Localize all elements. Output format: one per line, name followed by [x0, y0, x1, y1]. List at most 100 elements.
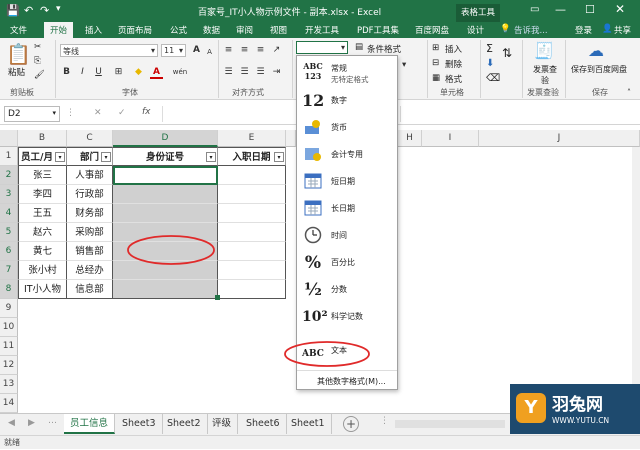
column-header[interactable]: H: [398, 130, 422, 147]
maximize-icon[interactable]: ☐: [585, 3, 595, 16]
font-color-button[interactable]: A: [150, 66, 163, 79]
sheet-tab[interactable]: 评级: [206, 414, 239, 434]
share-button[interactable]: 共享: [614, 24, 631, 36]
fill-handle[interactable]: [215, 295, 220, 300]
table-cell[interactable]: 黄七: [18, 242, 67, 261]
filter-dropdown-icon[interactable]: ▾: [55, 152, 65, 162]
row-header[interactable]: 7: [0, 261, 18, 280]
underline-button[interactable]: U: [92, 66, 105, 79]
ribbon-display-icon[interactable]: ▭: [530, 4, 539, 15]
table-cell[interactable]: [218, 261, 286, 280]
more-sheets-icon[interactable]: …: [48, 416, 57, 426]
sheet-tab[interactable]: Sheet3: [116, 414, 163, 434]
delete-button[interactable]: 删除: [445, 58, 462, 70]
orientation-icon[interactable]: ↗: [270, 44, 283, 57]
table-cell[interactable]: 信息部: [67, 280, 113, 299]
table-cell[interactable]: 赵六: [18, 223, 67, 242]
filter-dropdown-icon[interactable]: ▾: [274, 152, 284, 162]
menu-item-short-date[interactable]: 短日期: [297, 169, 397, 196]
row-header[interactable]: 8: [0, 280, 18, 299]
enter-icon[interactable]: ✓: [118, 108, 126, 118]
table-cell[interactable]: 李四: [18, 185, 67, 204]
table-cell[interactable]: [218, 223, 286, 242]
table-header-cell[interactable]: 入职日期 ▾: [218, 147, 286, 166]
number-format-combo[interactable]: ▾: [296, 41, 348, 54]
table-cell[interactable]: [218, 242, 286, 261]
tab-view[interactable]: 视图: [270, 24, 287, 36]
table-cell[interactable]: 张三: [18, 166, 67, 185]
tab-design[interactable]: 设计: [467, 24, 484, 36]
align-middle-icon[interactable]: ≡: [238, 44, 251, 57]
row-header[interactable]: 12: [0, 356, 18, 375]
align-right-icon[interactable]: ☰: [254, 66, 267, 79]
sheet-tab[interactable]: Sheet1: [285, 414, 332, 434]
sheet-tab[interactable]: 员工信息: [64, 414, 116, 434]
row-header[interactable]: 3: [0, 185, 18, 204]
table-cell[interactable]: [218, 204, 286, 223]
scroll-left-icon[interactable]: ◀: [8, 418, 15, 428]
tab-insert[interactable]: 插入: [85, 24, 102, 36]
table-cell[interactable]: [218, 280, 286, 299]
row-header[interactable]: 1: [0, 147, 18, 166]
filter-dropdown-icon[interactable]: ▾: [206, 152, 216, 162]
column-header[interactable]: J: [479, 130, 640, 147]
conditional-format-button[interactable]: 条件格式: [367, 43, 401, 55]
font-size-combo[interactable]: 11 ▾: [161, 44, 186, 57]
tab-developer[interactable]: 开发工具: [305, 24, 339, 36]
tab-review[interactable]: 审阅: [236, 24, 253, 36]
insert-function-button[interactable]: fx: [142, 107, 151, 117]
more-number-formats-link[interactable]: 其他数字格式(M)...: [317, 376, 386, 387]
tab-formulas[interactable]: 公式: [170, 24, 187, 36]
menu-item-percentage[interactable]: % 百分比: [297, 250, 397, 277]
tab-data[interactable]: 数据: [203, 24, 220, 36]
table-header-cell[interactable]: 身份证号 ▾: [113, 147, 218, 166]
add-sheet-button[interactable]: +: [343, 416, 359, 432]
bold-button[interactable]: B: [60, 66, 73, 79]
row-header[interactable]: 13: [0, 375, 18, 394]
table-cell[interactable]: 行政部: [67, 185, 113, 204]
row-header[interactable]: 9: [0, 299, 18, 318]
row-header[interactable]: 5: [0, 223, 18, 242]
row-header[interactable]: 11: [0, 337, 18, 356]
menu-item-general[interactable]: ABC 123 常规 无特定格式: [297, 58, 397, 88]
more-options-icon[interactable]: ⋮: [380, 416, 389, 426]
tab-page-layout[interactable]: 页面布局: [118, 24, 152, 36]
table-cell[interactable]: 财务部: [67, 204, 113, 223]
selected-cell[interactable]: [113, 185, 218, 204]
table-cell[interactable]: 销售部: [67, 242, 113, 261]
sort-filter-icon[interactable]: ⇅: [502, 46, 512, 60]
invoice-check-icon[interactable]: 🧾: [534, 41, 554, 60]
save-icon[interactable]: 💾: [6, 4, 20, 17]
border-icon[interactable]: ⊞: [112, 66, 125, 79]
table-cell[interactable]: 张小村: [18, 261, 67, 280]
active-cell[interactable]: [113, 166, 218, 185]
format-painter-icon[interactable]: 🖌: [34, 70, 45, 80]
formula-input[interactable]: [162, 106, 296, 122]
italic-button[interactable]: I: [76, 66, 89, 79]
baidu-cloud-icon[interactable]: ☁: [588, 41, 604, 60]
undo-icon[interactable]: ↶: [24, 4, 33, 17]
selected-cell[interactable]: [113, 204, 218, 223]
table-cell[interactable]: [218, 166, 286, 185]
menu-item-time[interactable]: 时间: [297, 223, 397, 250]
column-header-hidden[interactable]: [286, 130, 296, 147]
fill-icon[interactable]: ⬇: [486, 58, 494, 69]
scroll-right-icon[interactable]: ▶: [28, 418, 35, 428]
table-header-cell[interactable]: 员工/月 ▾: [18, 147, 67, 166]
row-header[interactable]: 2: [0, 166, 18, 185]
table-cell[interactable]: [218, 185, 286, 204]
column-header[interactable]: D: [113, 130, 218, 147]
minimize-icon[interactable]: —: [555, 3, 566, 16]
table-cell[interactable]: 总经办: [67, 261, 113, 280]
align-top-icon[interactable]: ≡: [222, 44, 235, 57]
collapse-ribbon-icon[interactable]: ˄: [627, 88, 631, 97]
shrink-font-icon[interactable]: A: [203, 46, 216, 59]
close-icon[interactable]: ✕: [615, 2, 625, 16]
menu-item-scientific[interactable]: 10² 科学记数: [297, 304, 397, 331]
select-all-corner[interactable]: [0, 130, 18, 147]
tell-me-search[interactable]: 告诉我...: [514, 24, 548, 36]
fill-color-icon[interactable]: ◆: [132, 66, 145, 79]
style-dropdown-icon[interactable]: ▾: [402, 60, 406, 70]
table-header-cell[interactable]: 部门 ▾: [67, 147, 113, 166]
align-bottom-icon[interactable]: ≡: [254, 44, 267, 57]
